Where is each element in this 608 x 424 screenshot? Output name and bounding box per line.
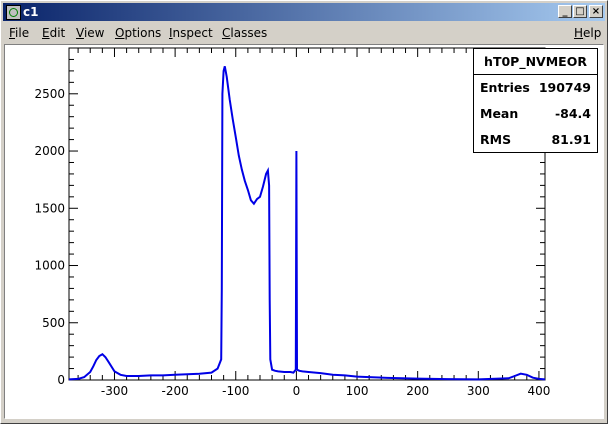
stats-row-entries: Entries 190749 xyxy=(474,75,597,101)
menu-classes[interactable]: Classes xyxy=(222,26,267,40)
x-tick-label: 0 xyxy=(293,384,301,398)
root-window: c1 _ □ × File Edit View Options Inspect … xyxy=(0,0,608,424)
y-tick-label: 500 xyxy=(42,316,65,330)
x-tick-label: 300 xyxy=(467,384,490,398)
x-tick-label: -300 xyxy=(101,384,128,398)
close-button[interactable]: × xyxy=(589,5,603,18)
stats-rms-value: 81.91 xyxy=(551,132,591,147)
window-title: c1 xyxy=(23,5,39,19)
canvas[interactable]: -300 -200 -100 0 100 200 300 400 0 500 1000 1500 200… xyxy=(4,44,604,419)
menu-edit[interactable]: Edit xyxy=(42,26,65,40)
y-tick-label: 1000 xyxy=(34,259,65,273)
stats-mean-value: -84.4 xyxy=(554,106,591,121)
stats-entries-label: Entries xyxy=(480,80,530,95)
menu-file[interactable]: File xyxy=(9,26,29,40)
y-tick-label: 0 xyxy=(57,373,65,387)
stats-row-rms: RMS 81.91 xyxy=(474,127,597,153)
restore-button[interactable]: □ xyxy=(573,5,587,18)
y-tick-label: 1500 xyxy=(34,201,65,215)
menu-inspect[interactable]: Inspect xyxy=(169,26,213,40)
stats-box[interactable]: hT0P_NVMEOR Entries 190749 Mean -84.4 RM… xyxy=(473,48,598,153)
stats-rms-label: RMS xyxy=(480,132,512,147)
minimize-button[interactable]: _ xyxy=(558,5,572,18)
x-tick-label: 400 xyxy=(527,384,550,398)
title-bar[interactable]: c1 _ □ × xyxy=(3,3,605,21)
x-tick-label: 200 xyxy=(406,384,429,398)
y-tick-label: 2500 xyxy=(34,87,65,101)
x-tick-label: -100 xyxy=(222,384,249,398)
menu-help[interactable]: Help xyxy=(574,26,601,40)
stats-histogram-name: hT0P_NVMEOR xyxy=(474,49,597,75)
stats-mean-label: Mean xyxy=(480,106,519,121)
x-tick-label: 100 xyxy=(346,384,369,398)
app-icon[interactable] xyxy=(6,5,21,20)
menu-view[interactable]: View xyxy=(76,26,104,40)
y-tick-label: 2000 xyxy=(34,144,65,158)
x-tick-label: -200 xyxy=(161,384,188,398)
stats-row-mean: Mean -84.4 xyxy=(474,101,597,127)
menu-bar: File Edit View Options Inspect Classes H… xyxy=(3,23,605,43)
menu-options[interactable]: Options xyxy=(115,26,161,40)
stats-entries-value: 190749 xyxy=(538,80,591,95)
